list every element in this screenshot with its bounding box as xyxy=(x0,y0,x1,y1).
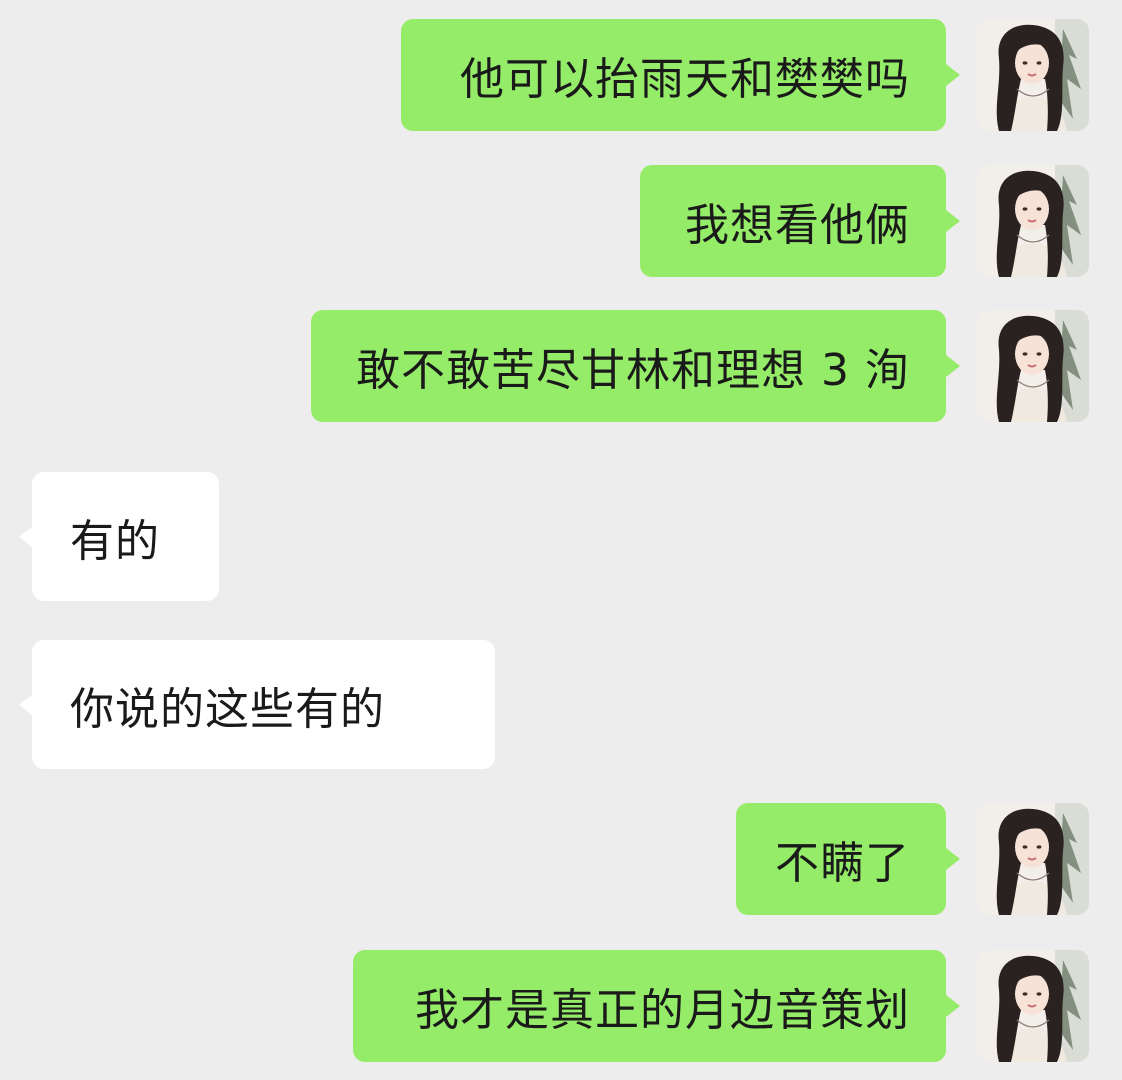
avatar-photo-icon xyxy=(977,950,1089,1062)
bubble-tail xyxy=(19,694,33,716)
message-text: 不瞒了 xyxy=(775,838,910,889)
sent-message-bubble[interactable]: 他可以抬雨天和樊樊吗 xyxy=(401,19,946,131)
sent-message-bubble[interactable]: 我才是真正的月边音策划 xyxy=(353,950,946,1062)
user-avatar[interactable] xyxy=(977,310,1089,422)
message-text: 他可以抬雨天和樊樊吗 xyxy=(460,54,910,105)
bubble-tail xyxy=(19,526,33,548)
bubble-tail xyxy=(946,210,960,232)
user-avatar[interactable] xyxy=(977,803,1089,915)
user-avatar[interactable] xyxy=(977,19,1089,131)
message-text: 我才是真正的月边音策划 xyxy=(415,985,910,1036)
sent-message-bubble[interactable]: 不瞒了 xyxy=(736,803,946,915)
chat-area[interactable]: 他可以抬雨天和樊樊吗 我想看他俩 敢不敢苦尽甘林和理想 3 洵 有的 你说的这些… xyxy=(0,0,1122,1080)
received-message-bubble[interactable]: 你说的这些有的 xyxy=(32,640,495,769)
user-avatar[interactable] xyxy=(977,165,1089,277)
sent-message-bubble[interactable]: 敢不敢苦尽甘林和理想 3 洵 xyxy=(311,310,946,422)
sent-message-bubble[interactable]: 我想看他俩 xyxy=(640,165,946,277)
avatar-photo-icon xyxy=(977,19,1089,131)
message-text: 敢不敢苦尽甘林和理想 3 洵 xyxy=(356,345,910,396)
message-text: 有的 xyxy=(70,515,160,567)
avatar-photo-icon xyxy=(977,803,1089,915)
bubble-tail xyxy=(946,848,960,870)
bubble-tail xyxy=(946,355,960,377)
message-text: 我想看他俩 xyxy=(685,200,910,251)
avatar-photo-icon xyxy=(977,165,1089,277)
user-avatar[interactable] xyxy=(977,950,1089,1062)
bubble-tail xyxy=(946,995,960,1017)
received-message-bubble[interactable]: 有的 xyxy=(32,472,219,601)
bubble-tail xyxy=(946,64,960,86)
message-text: 你说的这些有的 xyxy=(70,683,385,735)
avatar-photo-icon xyxy=(977,310,1089,422)
